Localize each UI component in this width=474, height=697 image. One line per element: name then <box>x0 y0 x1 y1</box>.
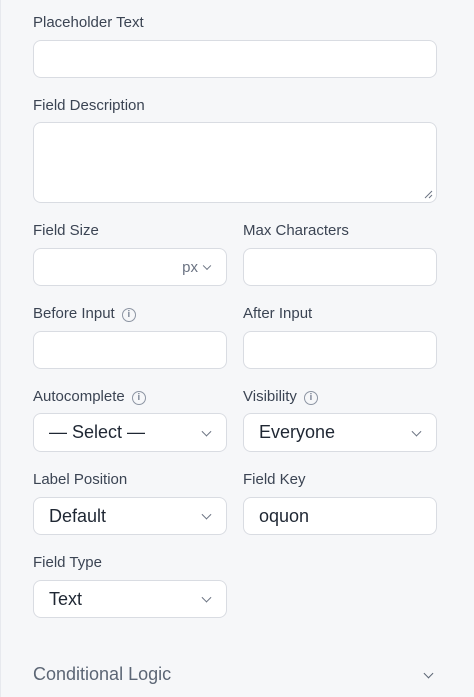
conditional-logic-toggle[interactable]: Conditional Logic <box>33 664 171 685</box>
field-settings-panel: Placeholder Text Field Description Field… <box>0 0 474 697</box>
visibility-label-text: Visibility <box>243 388 297 405</box>
autocomplete-label-text: Autocomplete <box>33 388 125 405</box>
chevron-down-icon <box>201 509 212 520</box>
field-size-unit-select[interactable]: px <box>182 249 198 285</box>
after-input-label: After Input <box>243 305 313 322</box>
chevron-down-icon <box>202 261 212 271</box>
autocomplete-label: Autocomplete i <box>33 388 146 406</box>
label-position-select[interactable]: Default <box>33 497 227 535</box>
after-input-field[interactable] <box>243 331 437 369</box>
visibility-select[interactable]: Everyone <box>243 413 437 452</box>
field-description-label: Field Description <box>33 97 145 114</box>
field-key-value: oquon <box>259 505 310 526</box>
visibility-selected-value: Everyone <box>259 422 336 442</box>
label-position-selected-value: Default <box>49 505 107 526</box>
resize-handle-icon[interactable] <box>423 189 433 199</box>
info-circle-icon[interactable]: i <box>131 391 146 405</box>
field-size-input[interactable]: px <box>33 248 227 286</box>
before-input-label: Before Input i <box>33 305 136 323</box>
max-characters-label: Max Characters <box>243 222 349 239</box>
placeholder-text-label: Placeholder Text <box>33 14 144 31</box>
field-key-label: Field Key <box>243 471 306 488</box>
chevron-down-icon <box>411 426 422 437</box>
info-circle-icon[interactable]: i <box>303 391 318 405</box>
field-description-textarea[interactable] <box>33 122 437 203</box>
field-type-select[interactable]: Text <box>33 580 227 618</box>
placeholder-text-input[interactable] <box>33 40 437 78</box>
autocomplete-select[interactable]: — Select — <box>33 413 227 452</box>
max-characters-input[interactable] <box>243 248 437 286</box>
before-input-field[interactable] <box>33 331 227 369</box>
field-size-label: Field Size <box>33 222 99 239</box>
chevron-down-icon <box>201 426 212 437</box>
field-key-input[interactable]: oquon <box>243 497 437 535</box>
visibility-label: Visibility i <box>243 388 318 406</box>
chevron-down-icon[interactable] <box>423 668 434 679</box>
field-type-label: Field Type <box>33 554 102 571</box>
autocomplete-selected-value: — Select — <box>49 422 146 442</box>
info-circle-icon[interactable]: i <box>121 308 136 322</box>
label-position-label: Label Position <box>33 471 128 488</box>
before-input-label-text: Before Input <box>33 305 115 322</box>
field-type-selected-value: Text <box>49 588 83 609</box>
chevron-down-icon <box>201 592 212 603</box>
